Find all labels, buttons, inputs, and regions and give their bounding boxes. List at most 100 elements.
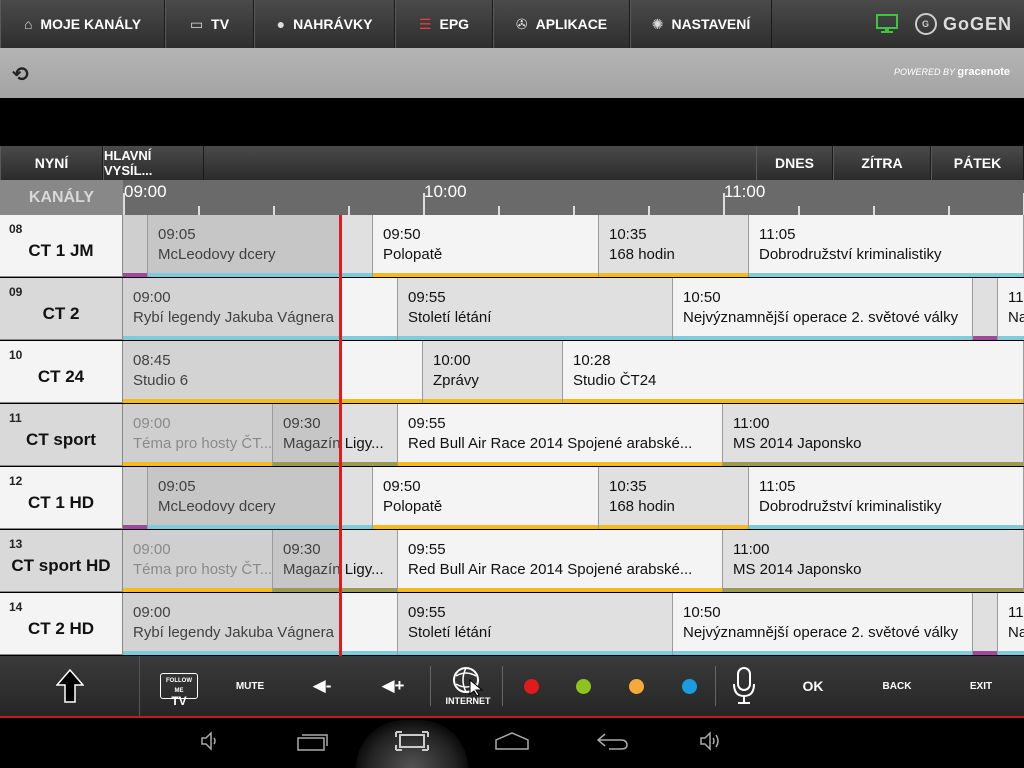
day-tomorrow-button[interactable]: ZÍTRA (833, 146, 931, 180)
day-friday-button[interactable]: PÁTEK (931, 146, 1024, 180)
up-arrow-button[interactable] (0, 656, 140, 716)
screenshot-icon[interactable] (392, 730, 432, 758)
program-cell[interactable] (973, 593, 998, 655)
back-button[interactable]: BACK (874, 656, 920, 716)
nav-tv[interactable]: ▭ TV (165, 0, 254, 48)
timeline-tick (873, 206, 875, 215)
home-button-icon[interactable] (492, 730, 532, 758)
network-icon[interactable] (875, 13, 899, 35)
blue-button[interactable] (676, 656, 702, 716)
program-cell[interactable]: 11:05 Dobrodružství kriminalistiky (749, 467, 1024, 529)
nav-aplikace[interactable]: ✇ APLIKACE (493, 0, 630, 48)
program-cell[interactable]: 09:55 Red Bull Air Race 2014 Spojené arab… (398, 530, 723, 592)
program-cell[interactable]: 11 Na (998, 593, 1024, 655)
green-dot-icon (575, 678, 591, 694)
timeline-tick (198, 206, 200, 215)
program-genre-bar (398, 336, 672, 340)
remote-control-bar: FOLLOW ME TV MUTE ◀- ◀+ INTERNET OK BACK… (0, 656, 1024, 718)
program-cell[interactable]: 11:00 MS 2014 Japonsko (723, 404, 1024, 466)
program-cell[interactable] (123, 467, 148, 529)
internet-button[interactable]: INTERNET (440, 656, 496, 716)
program-cell[interactable]: 10:50 Nejvýznamnější operace 2. světové v… (673, 278, 973, 340)
channel-row[interactable]: 10 CT 24 (0, 341, 123, 403)
program-genre-bar (998, 336, 1024, 340)
filter-main-button[interactable]: HLAVNÍ VYSÍL... (103, 146, 204, 180)
program-cell[interactable]: 09:55 Století létání (398, 278, 673, 340)
program-cell[interactable]: 10:00 Zprávy (423, 341, 563, 403)
channels-header: KANÁLY (0, 180, 123, 215)
filter-now-button[interactable]: NYNÍ (0, 146, 103, 180)
channel-row[interactable]: 08 CT 1 JM (0, 215, 123, 277)
nav-moje-kanaly[interactable]: ⌂ MOJE KANÁLY (0, 0, 165, 48)
program-start-time: 09:00 (133, 415, 171, 432)
mute-button[interactable]: MUTE (225, 656, 275, 716)
nav-nahravky[interactable]: ● NAHRÁVKY (254, 0, 395, 48)
sync-icon[interactable]: ⟲ (12, 62, 29, 87)
channel-number: 08 (9, 222, 23, 236)
channel-row[interactable]: 14 CT 2 HD (0, 593, 123, 655)
exit-button[interactable]: EXIT (958, 656, 1004, 716)
program-cell[interactable]: 09:00 Rybí legendy Jakuba Vágnera (123, 593, 398, 655)
program-title: Polopatě (383, 246, 443, 263)
program-cell[interactable]: 08:45 Studio 6 (123, 341, 423, 403)
volume-down-button[interactable]: ◀- (300, 656, 344, 716)
program-cell[interactable]: 09:00 Rybí legendy Jakuba Vágnera (123, 278, 398, 340)
program-title: Téma pro hosty ČT... (133, 561, 273, 578)
program-cell[interactable]: 09:50 Polopatě (373, 467, 599, 529)
program-title: Zprávy (433, 372, 479, 389)
back-arrow-icon[interactable] (592, 730, 632, 758)
volume-down-icon[interactable] (190, 730, 230, 758)
program-genre-bar (123, 462, 272, 466)
program-title: Nejvýznamnější operace 2. světové války (683, 624, 959, 641)
program-cell[interactable] (123, 215, 148, 277)
program-start-time: 09:55 (408, 289, 446, 306)
program-start-time: 10:50 (683, 604, 721, 621)
day-today-button[interactable]: DNES (756, 146, 833, 180)
program-cell[interactable]: 10:35 168 hodin (599, 467, 749, 529)
yellow-button[interactable] (623, 656, 649, 716)
recent-apps-icon[interactable] (293, 730, 333, 758)
program-cell[interactable]: 09:50 Polopatě (373, 215, 599, 277)
program-cell[interactable]: 11:05 Dobrodružství kriminalistiky (749, 215, 1024, 277)
program-cell[interactable]: 09:55 Století létání (398, 593, 673, 655)
powered-by-label: POWERED BY (894, 67, 955, 77)
program-title: MS 2014 Japonsko (733, 435, 862, 452)
volume-up-button[interactable]: ◀+ (370, 656, 416, 716)
recent-windows-icon (297, 734, 328, 751)
red-button[interactable] (518, 656, 544, 716)
epg-list-icon: ☰ (418, 15, 432, 32)
program-genre-bar (123, 651, 397, 655)
program-title: Studio ČT24 (573, 372, 657, 389)
elapsed-overlay (273, 530, 340, 588)
ok-button[interactable]: OK (790, 656, 836, 716)
channel-row[interactable]: 12 CT 1 HD (0, 467, 123, 529)
program-cell[interactable]: 11 Na (998, 278, 1024, 340)
program-cell[interactable]: 09:55 Red Bull Air Race 2014 Spojené arab… (398, 404, 723, 466)
program-cell[interactable]: 10:35 168 hodin (599, 215, 749, 277)
program-cell[interactable] (973, 278, 998, 340)
program-cell[interactable]: 10:28 Studio ČT24 (563, 341, 1024, 403)
nav-epg[interactable]: ☰ EPG (395, 0, 493, 48)
nav-nastaveni[interactable]: ✺ NASTAVENÍ (630, 0, 772, 48)
follow-me-tv-button[interactable]: FOLLOW ME TV (152, 656, 206, 716)
program-cell[interactable]: 09:00 Téma pro hosty ČT... (123, 530, 273, 592)
program-cell[interactable]: 11:00 MS 2014 Japonsko (723, 530, 1024, 592)
program-cell[interactable]: 09:30 Magazín Ligy... (273, 404, 398, 466)
channel-row[interactable]: 13 CT sport HD (0, 530, 123, 592)
program-start-time: 09:55 (408, 604, 446, 621)
program-cell[interactable]: 09:30 Magazín Ligy... (273, 530, 398, 592)
channel-number: 12 (9, 474, 23, 488)
microphone-button[interactable] (726, 656, 762, 716)
blue-dot-icon (681, 678, 697, 694)
channel-row[interactable]: 09 CT 2 (0, 278, 123, 340)
program-genre-bar (123, 588, 272, 592)
speaker-high-icon (700, 731, 719, 751)
program-title: MS 2014 Japonsko (733, 561, 862, 578)
program-cell[interactable]: 10:50 Nejvýznamnější operace 2. světové v… (673, 593, 973, 655)
channel-row[interactable]: 11 CT sport (0, 404, 123, 466)
volume-up-icon[interactable] (690, 730, 730, 758)
return-arrow-icon (596, 733, 628, 750)
program-cell[interactable]: 09:00 Téma pro hosty ČT... (123, 404, 273, 466)
green-button[interactable] (570, 656, 596, 716)
channel-name: CT sport (26, 430, 96, 449)
